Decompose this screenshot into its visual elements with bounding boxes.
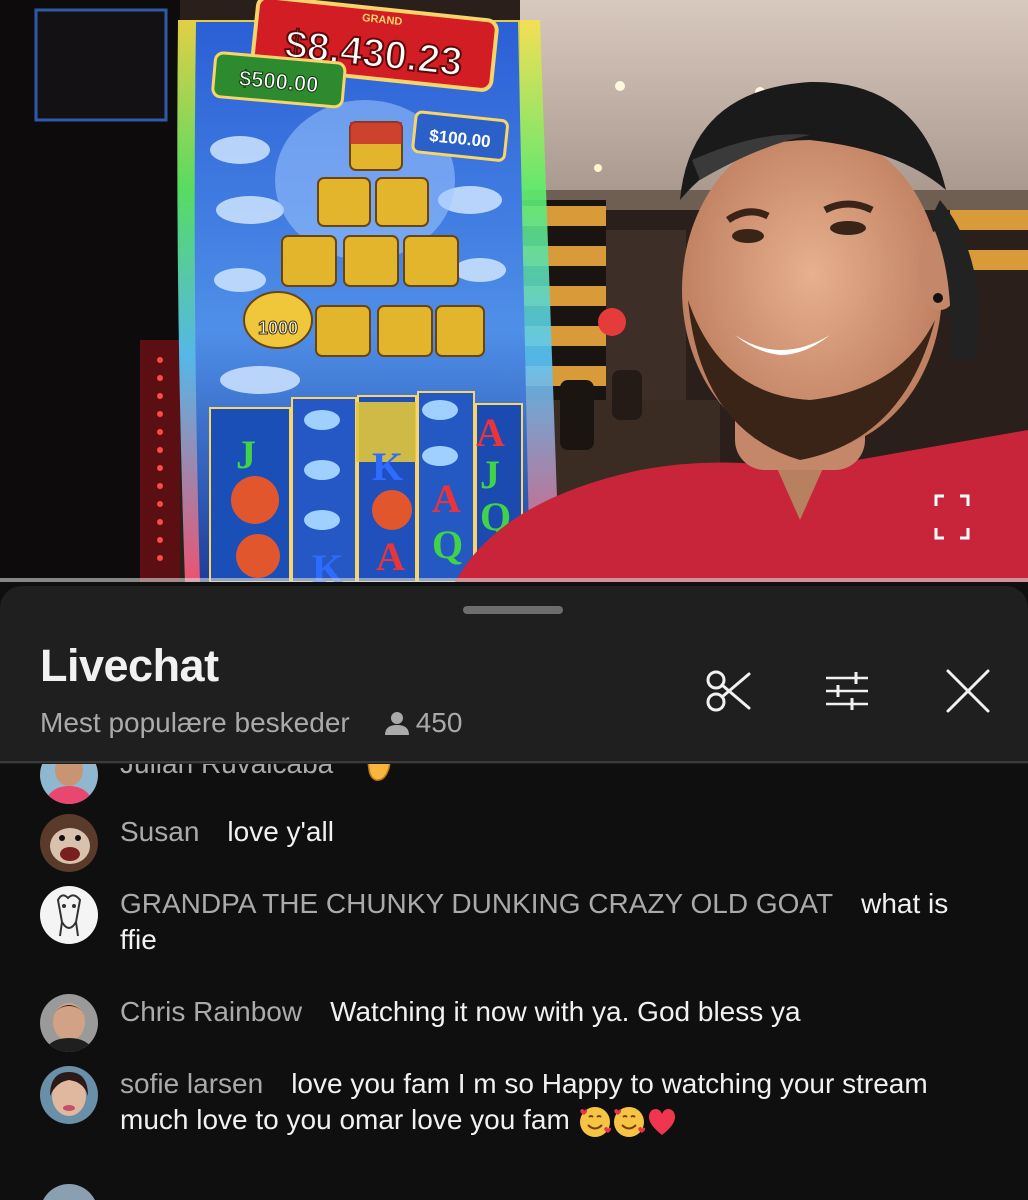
reel-symbol-q: Q — [432, 522, 463, 567]
chat-subheader: Mest populære beskeder 450 — [40, 706, 462, 740]
message-author[interactable]: Chris Rainbow — [120, 996, 302, 1027]
bonus-value-text: 1000 — [258, 318, 298, 338]
reel-symbol-j: J — [236, 432, 256, 477]
message-text: Watching it now with ya. God bless ya — [330, 996, 801, 1027]
message-author[interactable]: sofie larsen — [120, 1068, 263, 1099]
video-frame: 1000 GRAND $8,430.23 $500.00 $100.00 J K… — [0, 0, 1028, 582]
person-icon — [384, 712, 409, 735]
waving-hand-icon — [367, 764, 391, 781]
smiling-face-with-hearts-icon — [579, 1106, 611, 1137]
reel-symbol-a: A — [476, 410, 505, 455]
reel-symbol-a: A — [432, 476, 461, 521]
livechat-title: Livechat — [40, 640, 219, 691]
avatar[interactable] — [40, 994, 98, 1052]
reel-symbol-k: K — [372, 444, 403, 489]
clip-button[interactable] — [703, 666, 753, 716]
fullscreen-button[interactable] — [934, 494, 970, 540]
message-author[interactable]: Susan — [120, 816, 199, 847]
livechat-panel: Livechat Mest populære beskeder 450 Susa… — [0, 586, 1028, 1200]
avatar[interactable] — [40, 1184, 98, 1200]
chat-message: Chris Rainbow Watching it now with ya. Go… — [40, 994, 990, 1052]
message-text: love y'all — [227, 816, 334, 847]
filter-sliders-icon — [826, 672, 868, 710]
reel-symbol-j: J — [480, 452, 500, 497]
chat-message: Julian Ruvalcaba — [40, 764, 990, 804]
chat-mode-selector[interactable]: Mest populære beskeder — [40, 707, 350, 739]
message-author[interactable]: GRANDPA THE CHUNKY DUNKING CRAZY OLD GOA… — [120, 888, 833, 919]
chat-message: sofie larsen love you fam I m so Happy to… — [40, 1066, 990, 1139]
live-stream-screen: 1000 GRAND $8,430.23 $500.00 $100.00 J K… — [0, 0, 1028, 1200]
viewer-count: 450 — [384, 707, 463, 739]
avatar[interactable] — [40, 814, 98, 872]
chat-message: GRANDPA THE CHUNKY DUNKING CRAZY OLD GOA… — [40, 886, 990, 958]
avatar[interactable] — [40, 764, 98, 804]
reel-symbol-a: A — [376, 534, 405, 579]
viewer-count-value: 450 — [415, 707, 463, 738]
header-divider — [0, 761, 1028, 763]
avatar[interactable] — [40, 886, 98, 944]
message-author[interactable]: Julian Ruvalcaba — [120, 764, 333, 779]
reel-symbol-k: K — [312, 546, 343, 582]
close-icon — [946, 669, 990, 713]
red-heart-icon — [648, 1108, 675, 1135]
fullscreen-icon — [934, 494, 970, 540]
avatar[interactable] — [40, 1066, 98, 1124]
scissors-icon — [706, 670, 751, 712]
chat-message-list[interactable]: Julian Ruvalcaba Susa — [0, 764, 1028, 1200]
smiling-face-with-hearts-icon — [613, 1106, 645, 1137]
chat-filter-button[interactable] — [822, 666, 872, 716]
chat-message: Susan love y'all — [40, 814, 990, 872]
close-button[interactable] — [943, 666, 993, 716]
chat-message — [40, 1184, 990, 1200]
drag-handle[interactable] — [463, 606, 563, 614]
video-player[interactable]: 1000 GRAND $8,430.23 $500.00 $100.00 J K… — [0, 0, 1028, 582]
